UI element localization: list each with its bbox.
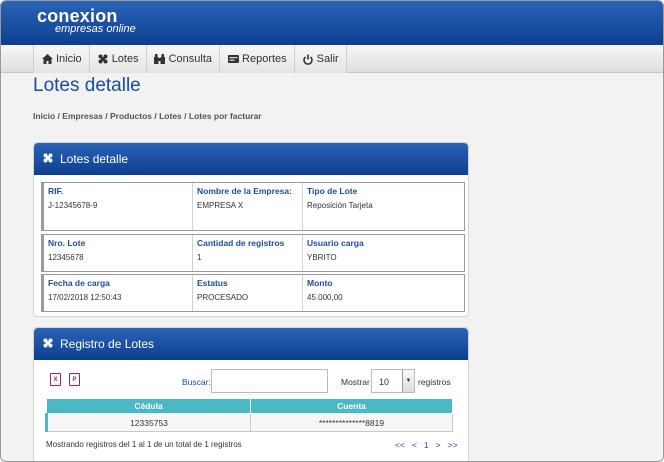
menu-label: Consulta — [168, 53, 213, 65]
lotes-icon — [43, 153, 55, 165]
pdf-export-icon[interactable]: P — [69, 373, 80, 386]
show-label: Mostrar — [341, 377, 370, 387]
menu-label: Inicio — [56, 53, 82, 65]
field-label: Estatus — [197, 278, 228, 288]
field-label: Cantidad de registros — [197, 238, 285, 248]
export-toolbar: X P — [50, 373, 80, 386]
field-value: 12345678 — [48, 253, 84, 262]
detail-row: Fecha de carga 17/02/2018 12:50:43 Estat… — [41, 274, 465, 312]
menu-label: Reportes — [242, 53, 287, 65]
pager-prev[interactable]: < — [412, 440, 417, 450]
pager-page[interactable]: 1 — [424, 440, 429, 450]
field-value: PROCESADO — [197, 293, 249, 302]
excel-export-icon[interactable]: X — [50, 373, 61, 386]
field-value: 17/02/2018 12:50:43 — [48, 293, 122, 302]
pagination: << < 1 > >> — [395, 440, 458, 450]
lotes-icon — [43, 338, 55, 350]
breadcrumb: Inicio / Empresas / Productos / Lotes / … — [33, 111, 262, 121]
menu-bar: Inicio Lotes Consulta Reportes Salir — [1, 45, 663, 73]
lotes-detail-panel: Lotes detalle RIF. J-12345678-9 Nombre d… — [33, 142, 469, 317]
detail-row: Nro. Lote 12345678 Cantidad de registros… — [41, 234, 465, 272]
menu-label: Salir — [316, 53, 339, 65]
pager-next[interactable]: > — [436, 440, 441, 450]
pager-first[interactable]: << — [395, 440, 405, 450]
field-value: YBRITO — [307, 253, 337, 262]
panel-header: Lotes detalle — [34, 143, 468, 175]
detail-cell-tipo: Tipo de Lote Reposición Tarjeta — [303, 183, 464, 230]
records-label: registros — [418, 377, 451, 387]
detail-cell-lote: Nro. Lote 12345678 — [44, 235, 193, 271]
app-window: conexion empresas online Inicio Lotes Co… — [0, 0, 664, 462]
detail-cell-empresa: Nombre de la Empresa: EMPRESA X — [193, 183, 303, 230]
registro-lotes-panel: Registro de Lotes X P Buscar: Mostrar 10… — [33, 327, 469, 461]
page-size-value: 10 — [379, 377, 390, 387]
logo-tagline: empresas online — [55, 23, 136, 35]
chevron-down-icon[interactable]: ▼ — [402, 370, 414, 392]
field-value: 45.000,00 — [307, 293, 343, 302]
menu-item-inicio[interactable]: Inicio — [33, 45, 89, 73]
main-menu: Inicio Lotes Consulta Reportes Salir — [33, 45, 347, 73]
field-label: Nombre de la Empresa: — [197, 186, 292, 196]
page-title: Lotes detalle — [33, 75, 141, 96]
column-header-cuenta[interactable]: Cuenta — [250, 398, 453, 414]
table-row[interactable]: 12335753 **************8819 — [45, 413, 453, 432]
field-value: Reposición Tarjeta — [307, 201, 373, 210]
panel-header: Registro de Lotes — [34, 328, 468, 360]
detail-cell-cantidad: Cantidad de registros 1 — [193, 235, 303, 271]
reportes-icon — [227, 53, 239, 65]
menu-item-reportes[interactable]: Reportes — [219, 45, 294, 73]
menu-item-consulta[interactable]: Consulta — [145, 45, 220, 73]
search-input[interactable] — [211, 369, 328, 393]
detail-cell-usuario: Usuario carga YBRITO — [303, 235, 464, 271]
field-value: 1 — [197, 253, 202, 262]
detail-cell-monto: Monto 45.000,00 — [303, 275, 464, 311]
field-value: J-12345678-9 — [48, 201, 98, 210]
table-info: Mostrando registros del 1 al 1 de un tot… — [46, 440, 242, 449]
field-label: Tipo de Lote — [307, 186, 358, 196]
lotes-icon — [97, 53, 109, 65]
field-label: Usuario carga — [307, 238, 364, 248]
detail-cell-rif: RIF. J-12345678-9 — [44, 183, 193, 230]
detail-row: RIF. J-12345678-9 Nombre de la Empresa: … — [41, 182, 465, 231]
power-icon — [302, 53, 314, 65]
top-header: conexion empresas online — [1, 1, 663, 45]
menu-item-salir[interactable]: Salir — [293, 45, 347, 73]
field-value: EMPRESA X — [197, 201, 244, 210]
field-label: Monto — [307, 278, 333, 288]
pager-last[interactable]: >> — [448, 440, 458, 450]
field-label: Nro. Lote — [48, 238, 86, 248]
logo[interactable]: conexion empresas online — [37, 7, 136, 35]
menu-item-lotes[interactable]: Lotes — [88, 45, 146, 73]
field-label: Fecha de carga — [48, 278, 110, 288]
cell-cuenta: **************8819 — [250, 413, 453, 432]
cell-cedula: 12335753 — [45, 413, 251, 432]
menu-label: Lotes — [111, 53, 139, 65]
page-size-select[interactable]: 10 ▼ — [371, 369, 415, 393]
consulta-icon — [154, 53, 166, 65]
home-icon — [41, 53, 53, 65]
detail-cell-estatus: Estatus PROCESADO — [193, 275, 303, 311]
column-header-cedula[interactable]: Cédula — [46, 398, 251, 414]
panel-title: Lotes detalle — [60, 152, 129, 166]
lotes-table: Cédula Cuenta 12335753 **************881… — [45, 398, 453, 432]
panel-title: Registro de Lotes — [60, 337, 155, 351]
search-label: Buscar: — [182, 377, 211, 387]
detail-cell-fecha: Fecha de carga 17/02/2018 12:50:43 — [44, 275, 193, 311]
field-label: RIF. — [48, 186, 64, 196]
